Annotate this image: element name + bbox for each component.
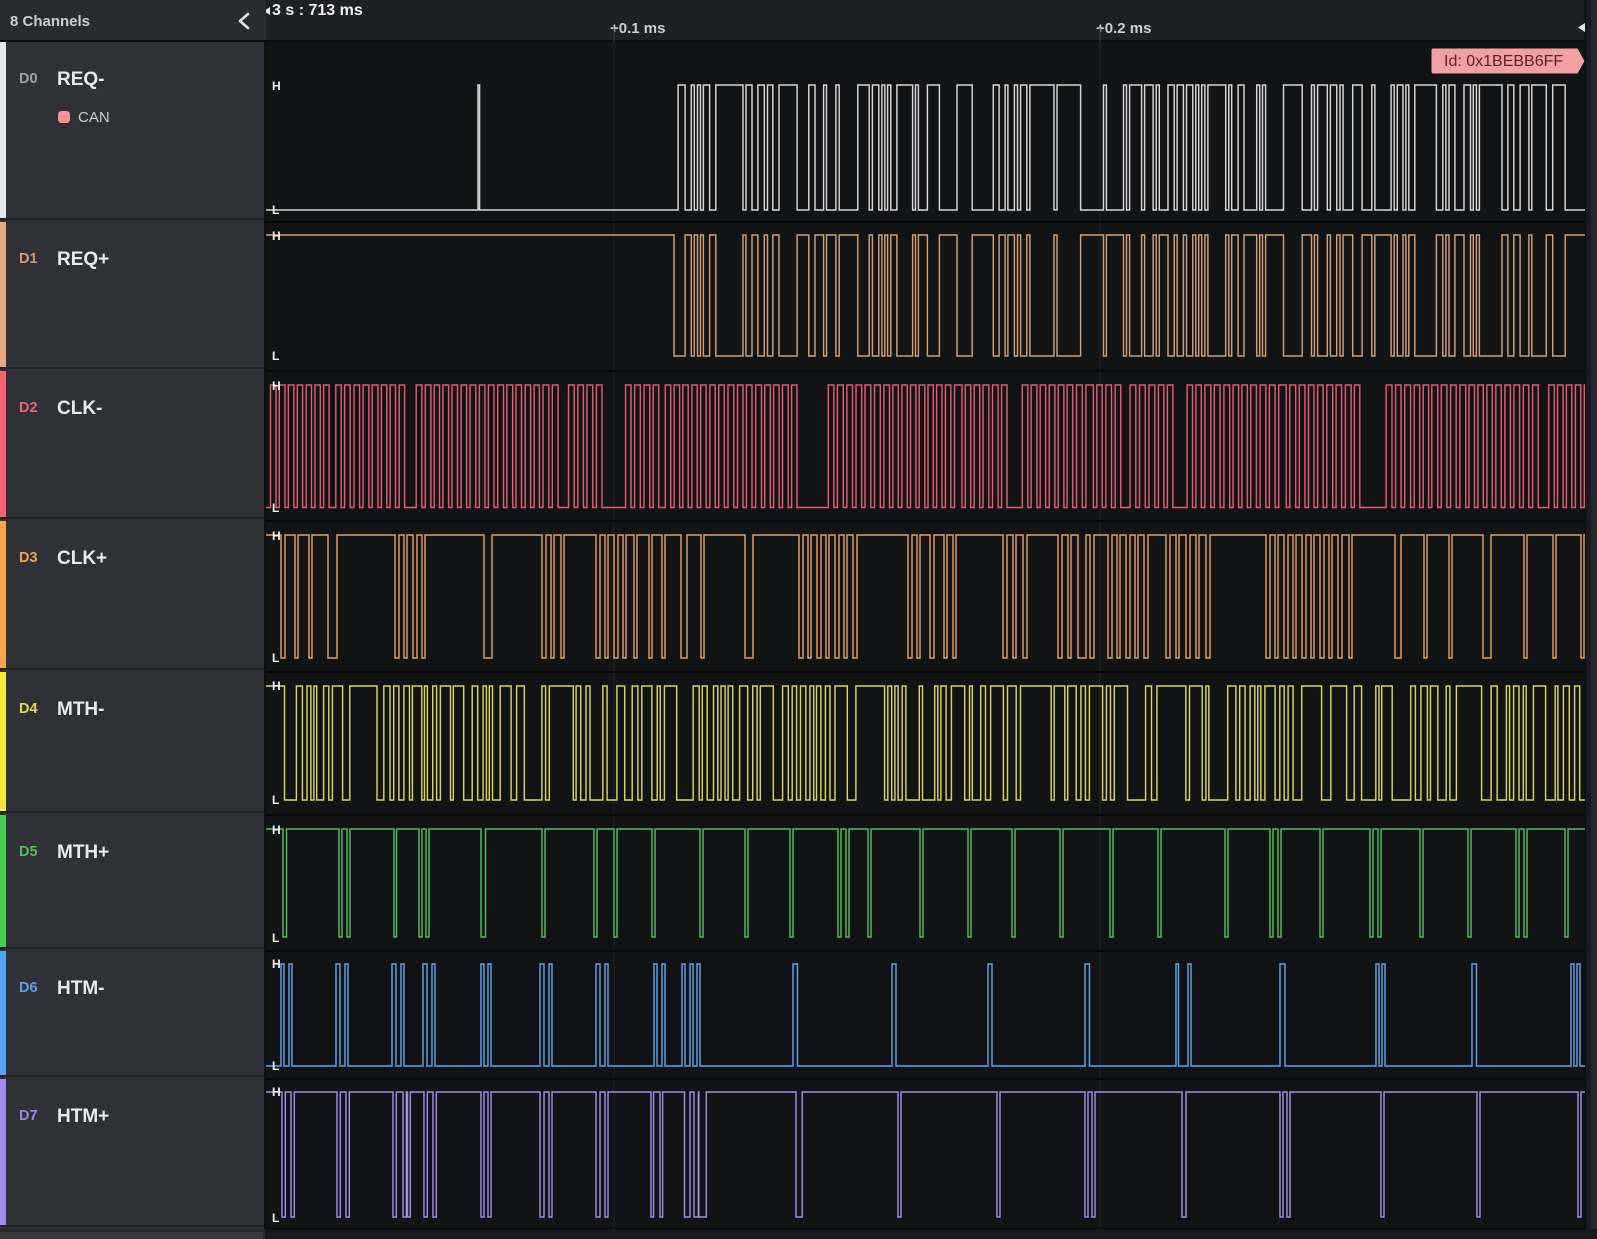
svg-text:L: L xyxy=(272,1059,279,1073)
svg-text:H: H xyxy=(272,1085,281,1099)
svg-text:H: H xyxy=(272,229,281,243)
svg-text:L: L xyxy=(272,349,279,363)
svg-text:L: L xyxy=(272,793,279,807)
svg-text:Id: 0x1BEBB6FF: Id: 0x1BEBB6FF xyxy=(1444,53,1563,70)
svg-text:L: L xyxy=(272,501,279,515)
svg-text:L: L xyxy=(272,931,279,945)
svg-text:H: H xyxy=(272,529,281,543)
svg-text:H: H xyxy=(272,957,281,971)
svg-text:L: L xyxy=(272,1211,279,1225)
svg-text:H: H xyxy=(272,79,281,93)
svg-text:H: H xyxy=(272,679,281,693)
svg-text:L: L xyxy=(272,203,279,217)
svg-text:H: H xyxy=(272,823,281,837)
svg-text:L: L xyxy=(272,651,279,665)
svg-text:H: H xyxy=(272,379,281,393)
